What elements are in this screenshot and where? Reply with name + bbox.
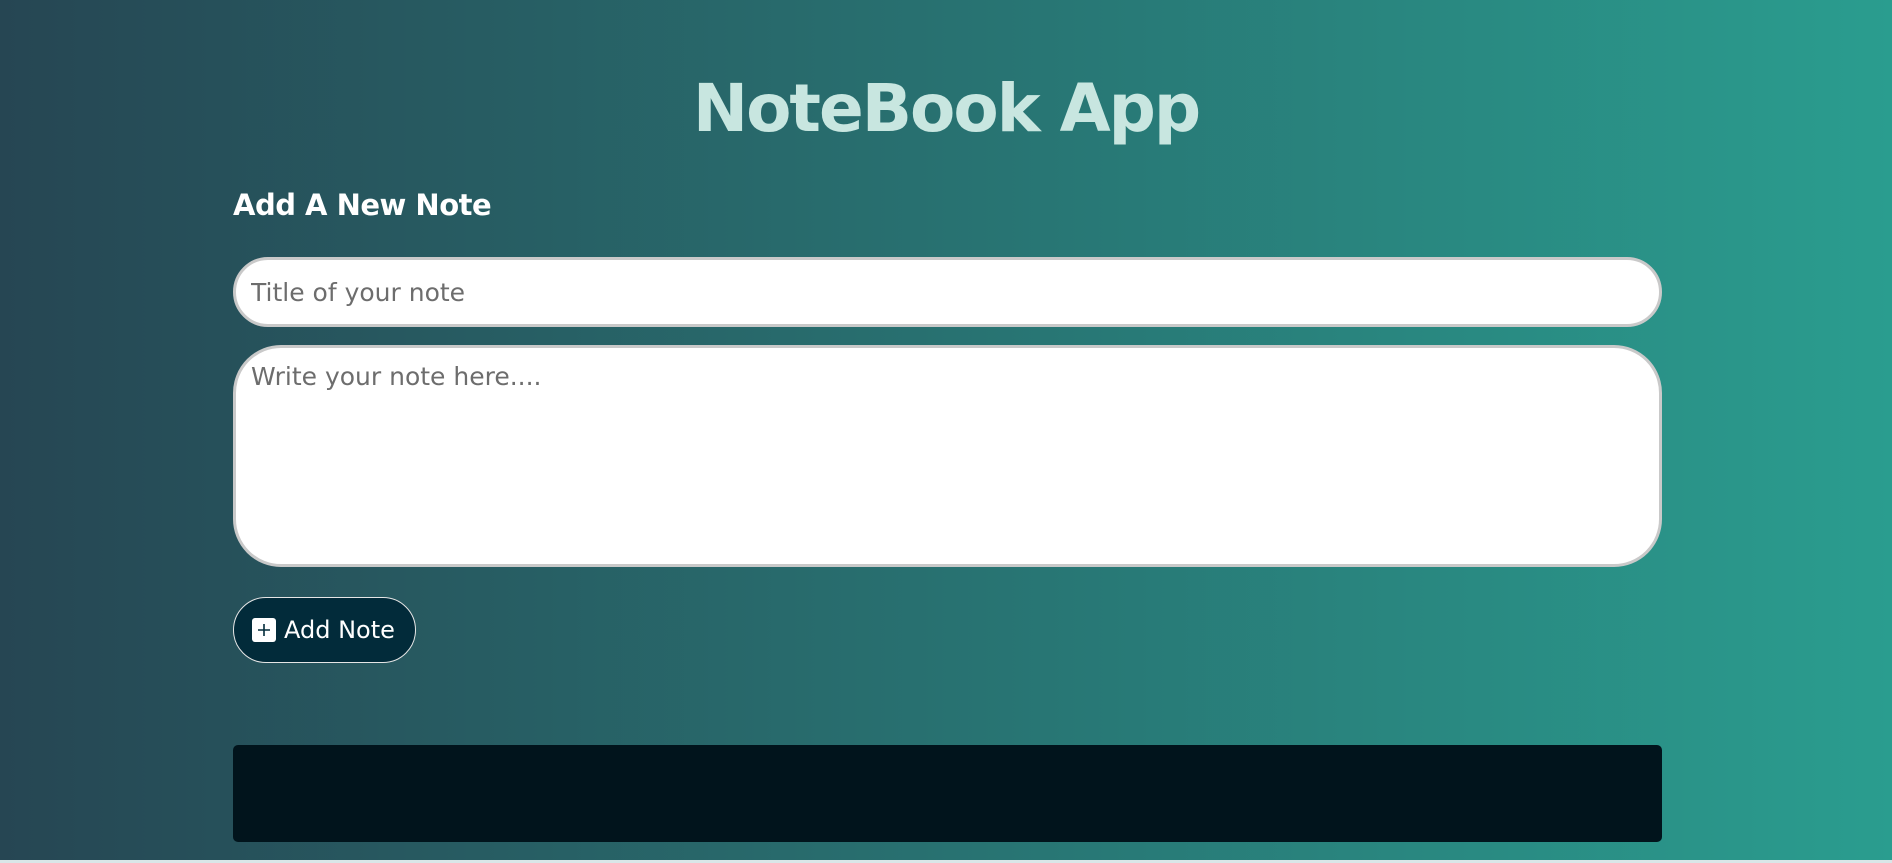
add-note-button-label: Add Note xyxy=(284,616,395,644)
note-title-input[interactable] xyxy=(233,257,1662,327)
plus-square-icon xyxy=(252,618,276,642)
add-note-heading: Add A New Note xyxy=(233,188,492,222)
notes-container xyxy=(233,745,1662,842)
app-title: NoteBook App xyxy=(692,70,1201,147)
note-body-textarea[interactable] xyxy=(233,345,1662,567)
notebook-page: NoteBook App Add A New Note Add Note xyxy=(0,0,1892,863)
add-note-button[interactable]: Add Note xyxy=(233,597,416,663)
